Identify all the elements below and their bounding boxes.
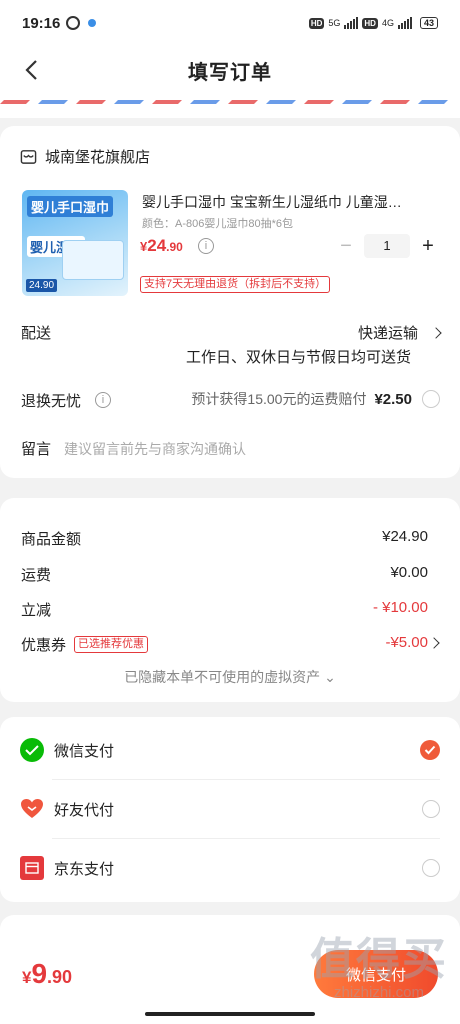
home-indicator[interactable] <box>145 1012 315 1016</box>
page-title: 填写订单 <box>188 61 272 84</box>
remark-label: 留言 <box>21 441 52 458</box>
quantity-stepper: − 1 + <box>334 234 440 258</box>
alarm-icon <box>66 16 81 30</box>
checked-icon[interactable] <box>420 740 440 760</box>
jd-pay-icon <box>20 856 44 880</box>
goods-amount-row: 商品金额 ¥24.90 <box>21 528 428 549</box>
return-policy-tag: 支持7天无理由退货（拆封后不支持） <box>140 276 331 293</box>
coupon-row[interactable]: 优惠券 已选推荐优惠 -¥5.00 <box>21 634 428 655</box>
signal-icon <box>397 17 412 29</box>
shop-icon <box>20 150 37 164</box>
delivery-method: 快递运输 <box>357 325 418 342</box>
total-currency: ¥ <box>22 968 32 987</box>
payment-option-friend[interactable]: 好友代付 <box>0 780 460 838</box>
status-time: 19:16 <box>22 14 61 32</box>
discount-value: - ¥10.00 <box>372 599 428 616</box>
hd-icon: HD <box>362 17 378 29</box>
back-arrow-icon[interactable] <box>20 58 44 82</box>
battery-icon: 43 <box>419 17 438 29</box>
chevron-right-icon[interactable] <box>428 637 440 649</box>
goods-amount-label: 商品金额 <box>21 531 82 548</box>
insurance-option[interactable]: 预计获得15.00元的运费赔付 ¥2.50 <box>191 389 440 409</box>
coupon-label: 优惠券 <box>21 637 67 654</box>
delivery-selector[interactable]: 快递运输 <box>357 322 442 343</box>
payment-label: 京东支付 <box>54 860 115 878</box>
product-spec[interactable]: 颜色：A-806婴儿湿巾80抽*6包 <box>142 215 293 231</box>
wechat-pay-icon <box>20 738 44 762</box>
nav-bar: 填写订单 <box>0 46 460 94</box>
product-image-price: 24.90 <box>26 279 58 292</box>
total-decimal: .90 <box>47 967 73 987</box>
payment-radio[interactable] <box>422 800 440 818</box>
status-bar: 19:16 HD 5G HD 4G 43 <box>0 0 460 46</box>
payment-label: 微信支付 <box>54 742 115 760</box>
price-info-icon[interactable]: i <box>198 238 214 254</box>
insurance-radio[interactable] <box>422 390 440 408</box>
decrease-quantity-button[interactable]: − <box>334 235 358 258</box>
payment-option-wechat[interactable]: 微信支付 <box>0 721 460 779</box>
goods-amount-value: ¥24.90 <box>382 528 428 545</box>
coupon-label-group: 优惠券 已选推荐优惠 <box>21 634 149 655</box>
store-header[interactable]: 城南堡花旗舰店 <box>20 146 150 167</box>
delivery-label: 配送 <box>21 325 52 342</box>
payment-option-jd[interactable]: 京东支付 <box>0 839 460 897</box>
quantity-input[interactable]: 1 <box>364 234 410 258</box>
delivery-days: 工作日、双休日与节假日均可送货 <box>185 349 411 366</box>
network-label-2: 4G <box>381 18 394 28</box>
app-notification-icon <box>88 19 97 27</box>
product-image-banner: 婴儿手口湿巾 <box>27 196 114 217</box>
shipping-fee-value: ¥0.00 <box>390 564 428 581</box>
signal-icon <box>344 17 359 29</box>
price-integer: 24 <box>147 236 167 255</box>
friend-pay-icon <box>20 797 44 821</box>
store-name: 城南堡花旗舰店 <box>45 149 151 166</box>
insurance-info-icon[interactable]: i <box>95 392 111 408</box>
insurance-fee: ¥2.50 <box>374 390 412 408</box>
shipping-fee-row: 运费 ¥0.00 <box>21 564 428 585</box>
price-currency: ¥ <box>140 239 148 254</box>
product-pack-graphic <box>62 240 124 280</box>
price-decimal: .90 <box>166 240 183 254</box>
total-integer: 9 <box>31 958 48 989</box>
hidden-assets-toggle[interactable]: 已隐藏本单不可使用的虚拟资产 ⌄ <box>0 667 460 687</box>
order-total: ¥ 9 .90 <box>22 958 72 990</box>
discount-label: 立减 <box>21 602 52 619</box>
payment-methods-card: 微信支付 好友代付 京东支付 <box>0 717 460 902</box>
shipping-fee-label: 运费 <box>21 567 52 584</box>
payment-label: 好友代付 <box>54 801 115 819</box>
order-item-card: 城南堡花旗舰店 婴儿手口湿巾 婴儿湿巾 24.90 婴儿手口湿巾 宝宝新生儿湿纸… <box>0 126 460 478</box>
address-divider <box>0 94 460 118</box>
payment-radio[interactable] <box>422 859 440 877</box>
product-price: ¥ 24 .90 <box>140 236 183 256</box>
network-label-1: 5G <box>328 18 341 28</box>
coupon-value: -¥5.00 <box>385 634 428 651</box>
discount-row: 立减 - ¥10.00 <box>21 599 428 620</box>
status-right: HD 5G HD 4G 43 <box>308 17 438 29</box>
hd-icon: HD <box>308 17 325 29</box>
chevron-right-icon <box>430 326 442 339</box>
increase-quantity-button[interactable]: + <box>416 235 440 258</box>
product-image[interactable]: 婴儿手口湿巾 婴儿湿巾 24.90 <box>22 190 128 296</box>
price-summary-card: 商品金额 ¥24.90 运费 ¥0.00 立减 - ¥10.00 优惠券 已选推… <box>0 498 460 702</box>
remark-input[interactable] <box>64 438 434 460</box>
coupon-tag: 已选推荐优惠 <box>74 636 149 653</box>
submit-payment-button[interactable]: 微信支付 <box>314 950 438 998</box>
insurance-label: 退换无忧 <box>21 393 82 410</box>
product-title[interactable]: 婴儿手口湿巾 宝宝新生儿湿纸巾 儿童湿… <box>142 192 437 212</box>
insurance-description: 预计获得15.00元的运费赔付 <box>191 391 367 407</box>
